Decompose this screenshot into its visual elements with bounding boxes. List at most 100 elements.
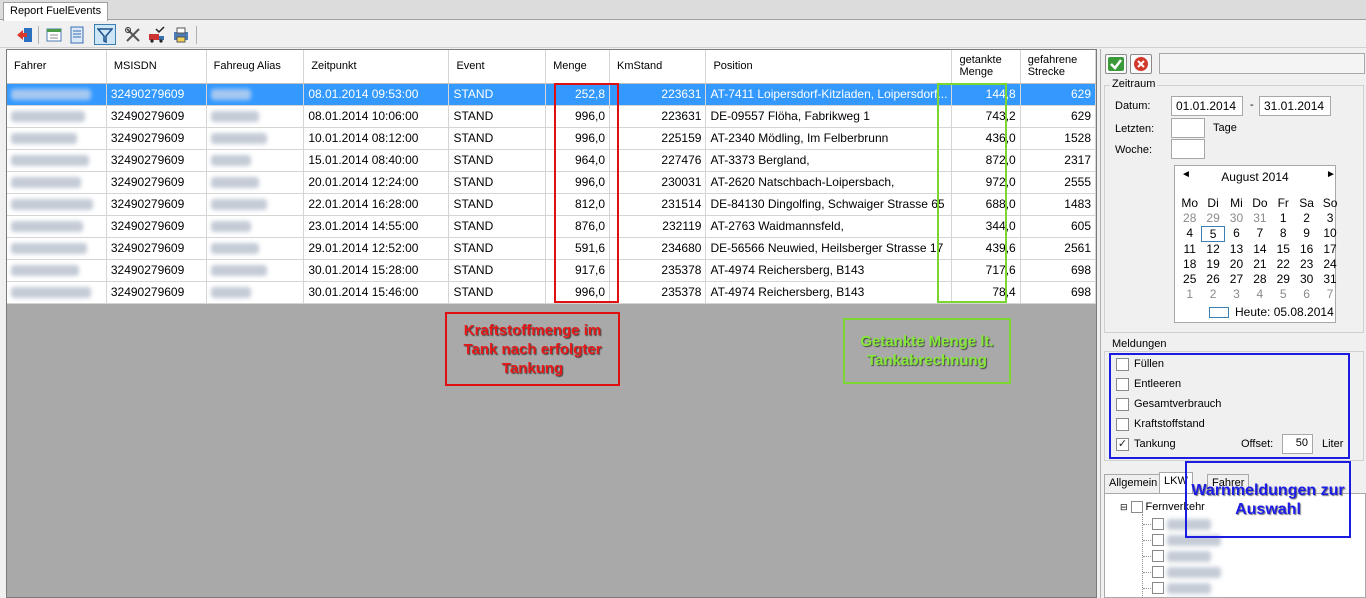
calendar-day[interactable]: 5: [1272, 287, 1295, 302]
calendar-day[interactable]: 25: [1178, 272, 1201, 287]
month-calendar[interactable]: ◄ August 2014 ► Mo Di Mi Do Fr Sa So 28 29 30 31 1 2…: [1174, 165, 1337, 323]
column-header-getankt[interactable]: getankte Menge: [951, 50, 1021, 84]
calendar-day[interactable]: 2: [1295, 211, 1318, 226]
table-row[interactable]: 32490279609 22.01.2014 16:28:00 STAND 812,0…: [7, 193, 1097, 216]
apply-button[interactable]: [1105, 54, 1127, 74]
calendar-day[interactable]: 28: [1178, 211, 1201, 226]
calendar-day[interactable]: 13: [1225, 242, 1248, 257]
table-row[interactable]: 32490279609 30.01.2014 15:46:00 STAND 996,0…: [7, 281, 1097, 304]
table-row[interactable]: 32490279609 29.01.2014 12:52:00 STAND 591,6…: [7, 237, 1097, 260]
column-header-position[interactable]: Position: [705, 50, 953, 84]
calendar-day[interactable]: 7: [1248, 226, 1271, 241]
calendar-day[interactable]: 29: [1201, 211, 1224, 226]
calendar-day[interactable]: 27: [1225, 272, 1248, 287]
export-icon[interactable]: [43, 24, 65, 45]
tree-vehicle-node[interactable]: [1152, 550, 1211, 562]
calendar-day[interactable]: 24: [1318, 257, 1341, 272]
calendar-day[interactable]: 18: [1178, 257, 1201, 272]
tree-vehicle-checkbox[interactable]: [1152, 582, 1164, 594]
print-icon[interactable]: [170, 24, 192, 45]
letzten-tage-input[interactable]: [1171, 118, 1205, 138]
calendar-day[interactable]: 16: [1295, 242, 1318, 257]
column-header-zeitpunkt[interactable]: Zeitpunkt: [303, 50, 450, 84]
calendar-day[interactable]: 19: [1201, 257, 1224, 272]
column-header-alias[interactable]: Fahreug Alias: [206, 50, 305, 84]
calendar-day[interactable]: 12: [1201, 242, 1224, 257]
table-row[interactable]: 32490279609 20.01.2014 12:24:00 STAND 996,0…: [7, 171, 1097, 194]
calendar-day[interactable]: 10: [1318, 226, 1341, 241]
calendar-day[interactable]: 3: [1225, 287, 1248, 302]
checkbox-label-füllen[interactable]: Füllen: [1134, 358, 1164, 370]
calendar-day[interactable]: 3: [1318, 211, 1341, 226]
calendar-day[interactable]: 22: [1272, 257, 1295, 272]
calendar-day[interactable]: 9: [1295, 226, 1318, 241]
table-row[interactable]: 32490279609 10.01.2014 08:12:00 STAND 996,0…: [7, 127, 1097, 150]
calendar-day[interactable]: 28: [1248, 272, 1271, 287]
calendar-day[interactable]: 1: [1272, 211, 1295, 226]
column-header-kmstand[interactable]: KmStand: [609, 50, 707, 84]
calendar-day[interactable]: 2: [1201, 287, 1224, 302]
calendar-month-title[interactable]: August 2014: [1175, 170, 1335, 184]
calendar-day[interactable]: 1: [1178, 287, 1201, 302]
column-header-msisdn[interactable]: MSISDN: [106, 50, 207, 84]
calendar-day[interactable]: 30: [1295, 272, 1318, 287]
checkbox-entleeren[interactable]: [1116, 378, 1129, 391]
checkbox-label-kraftstoffstand[interactable]: Kraftstoffstand: [1134, 418, 1205, 430]
tree-root-checkbox[interactable]: [1130, 501, 1143, 513]
calendar-day[interactable]: 20: [1225, 257, 1248, 272]
collapse-icon[interactable]: ⊟: [1120, 502, 1128, 513]
checkbox-label-entleeren[interactable]: Entleeren: [1134, 378, 1181, 390]
tree-vehicle-checkbox[interactable]: [1152, 550, 1164, 562]
calendar-day[interactable]: 6: [1225, 226, 1248, 241]
table-row[interactable]: 32490279609 30.01.2014 15:28:00 STAND 917,6…: [7, 259, 1097, 282]
calendar-day[interactable]: 4: [1178, 226, 1201, 241]
table-row[interactable]: 32490279609 15.01.2014 08:40:00 STAND 964,0…: [7, 149, 1097, 172]
calendar-today[interactable]: Heute: 05.08.2014: [1209, 305, 1334, 319]
calendar-day[interactable]: 5: [1201, 226, 1225, 242]
tree-vehicle-checkbox[interactable]: [1152, 534, 1164, 546]
table-row[interactable]: 32490279609 23.01.2014 14:55:00 STAND 876,0…: [7, 215, 1097, 238]
tools-icon[interactable]: [122, 24, 144, 45]
checkbox-label-gesamtverbrauch[interactable]: Gesamtverbrauch: [1134, 398, 1221, 410]
calendar-day[interactable]: 23: [1295, 257, 1318, 272]
column-header-event[interactable]: Event: [448, 50, 547, 84]
calendar-day[interactable]: 17: [1318, 242, 1341, 257]
calendar-day[interactable]: 30: [1225, 211, 1248, 226]
woche-input[interactable]: [1171, 139, 1205, 159]
calendar-day[interactable]: 31: [1248, 211, 1271, 226]
calendar-day[interactable]: 14: [1248, 242, 1271, 257]
calendar-day[interactable]: 15: [1272, 242, 1295, 257]
exit-icon[interactable]: [14, 24, 36, 45]
calendar-day[interactable]: 4: [1248, 287, 1271, 302]
calendar-day[interactable]: 29: [1272, 272, 1295, 287]
checkbox-tankung[interactable]: ✓: [1116, 438, 1129, 451]
tree-vehicle-node[interactable]: [1152, 566, 1221, 578]
column-header-fahrer[interactable]: Fahrer: [7, 50, 107, 84]
calendar-day[interactable]: 6: [1295, 287, 1318, 302]
calendar-next-button[interactable]: ►: [1326, 169, 1336, 180]
calendar-day[interactable]: 26: [1201, 272, 1224, 287]
tree-vehicle-checkbox[interactable]: [1152, 566, 1164, 578]
date-from-input[interactable]: 01.01.2014: [1171, 96, 1243, 116]
checkbox-label-tankung[interactable]: Tankung: [1134, 438, 1176, 450]
date-to-input[interactable]: 31.01.2014: [1259, 96, 1331, 116]
tab-allgemein[interactable]: Allgemein: [1104, 474, 1163, 493]
column-header-menge[interactable]: Menge: [545, 50, 611, 84]
report-icon[interactable]: [66, 24, 88, 45]
checkbox-kraftstoffstand[interactable]: [1116, 418, 1129, 431]
column-header-strecke[interactable]: gefahrene Strecke: [1020, 50, 1097, 84]
calendar-day[interactable]: 7: [1318, 287, 1341, 302]
table-row[interactable]: 32490279609 08.01.2014 10:06:00 STAND 996,0…: [7, 105, 1097, 128]
calendar-day[interactable]: 31: [1318, 272, 1341, 287]
truck-edit-icon[interactable]: [146, 24, 168, 45]
tree-vehicle-node[interactable]: [1152, 582, 1211, 594]
filter-icon[interactable]: [94, 24, 116, 45]
cancel-button[interactable]: [1130, 54, 1152, 74]
checkbox-gesamtverbrauch[interactable]: [1116, 398, 1129, 411]
calendar-day[interactable]: 21: [1248, 257, 1271, 272]
table-row[interactable]: 32490279609 08.01.2014 09:53:00 STAND 252,8…: [7, 83, 1097, 106]
calendar-day[interactable]: 8: [1272, 226, 1295, 241]
tree-vehicle-checkbox[interactable]: [1152, 518, 1164, 530]
calendar-day[interactable]: 11: [1178, 242, 1201, 257]
checkbox-füllen[interactable]: [1116, 358, 1129, 371]
